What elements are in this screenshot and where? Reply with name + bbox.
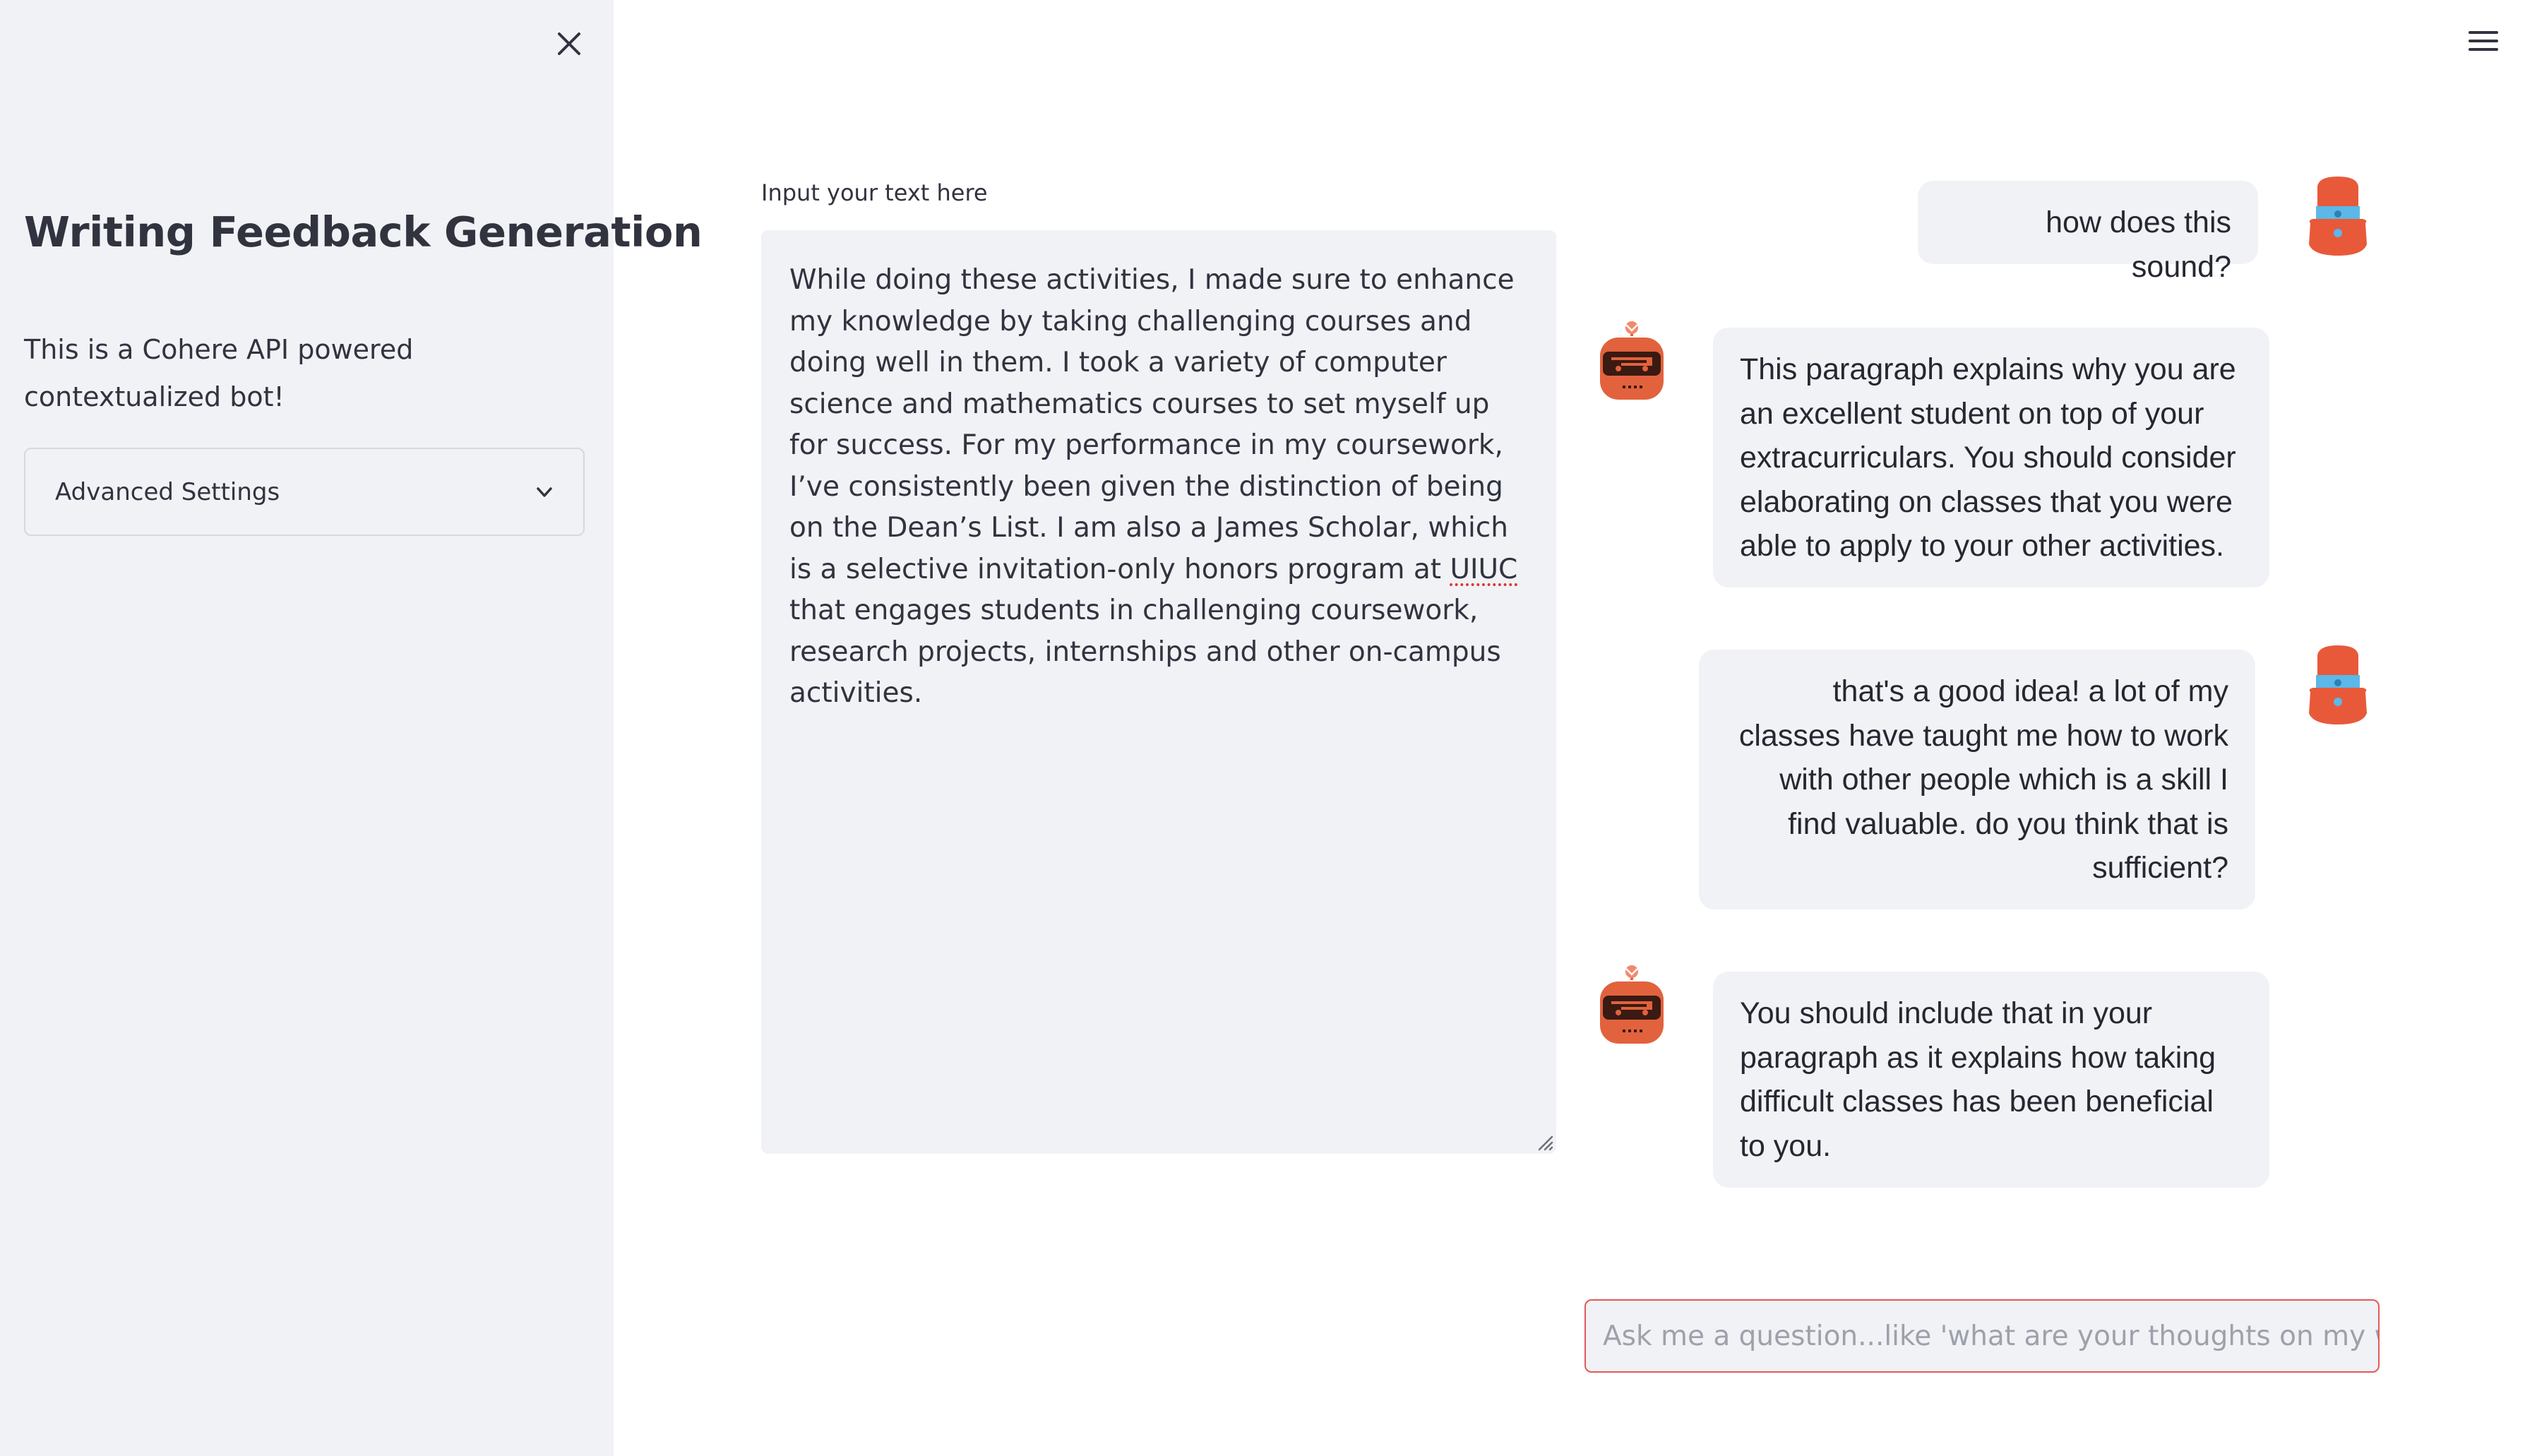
user-message: that's a good idea! a lot of my classes … — [1699, 650, 2255, 909]
resize-handle-icon[interactable] — [1535, 1133, 1553, 1151]
spellcheck-flagged-word: UIUC — [1450, 553, 1518, 585]
close-icon — [558, 32, 580, 55]
editor-text-end: that engages students in challenging cou… — [789, 595, 1501, 709]
text-input-area[interactable]: While doing these activities, I made sur… — [761, 230, 1556, 1154]
sidebar: Writing Feedback Generation This is a Co… — [0, 0, 703, 1456]
user-message-text: how does this sound? — [2046, 205, 2231, 284]
user-message-text: that's a good idea! a lot of my classes … — [1738, 674, 2228, 885]
main-menu-button[interactable] — [2464, 24, 2502, 58]
bot-message: You should include that in your paragrap… — [1713, 972, 2269, 1188]
bot-avatar-icon — [1600, 321, 1664, 400]
advanced-settings-expander[interactable]: Advanced Settings — [24, 448, 585, 536]
hamburger-menu-icon — [2469, 31, 2498, 51]
chat-input-placeholder: Ask me a question...like 'what are your … — [1603, 1320, 2378, 1352]
user-avatar-icon — [2309, 645, 2367, 724]
chevron-down-icon — [537, 487, 552, 497]
bot-message: This paragraph explains why you are an e… — [1713, 328, 2269, 587]
bot-avatar-icon — [1600, 965, 1664, 1044]
editor-label: Input your text here — [761, 179, 988, 206]
chat-input-field[interactable]: Ask me a question...like 'what are your … — [1584, 1299, 2380, 1373]
close-sidebar-button[interactable] — [551, 25, 587, 62]
sidebar-title: Writing Feedback Generation — [24, 208, 703, 256]
bot-message-text: You should include that in your paragrap… — [1740, 996, 2216, 1163]
sidebar-description: This is a Cohere API powered contextuali… — [24, 334, 414, 412]
bot-message-text: This paragraph explains why you are an e… — [1740, 352, 2236, 563]
editor-text-start: While doing these activities, I made sur… — [789, 264, 1515, 585]
user-avatar-icon — [2309, 177, 2367, 256]
user-message: how does this sound? — [1918, 181, 2258, 284]
expander-label: Advanced Settings — [55, 477, 280, 506]
